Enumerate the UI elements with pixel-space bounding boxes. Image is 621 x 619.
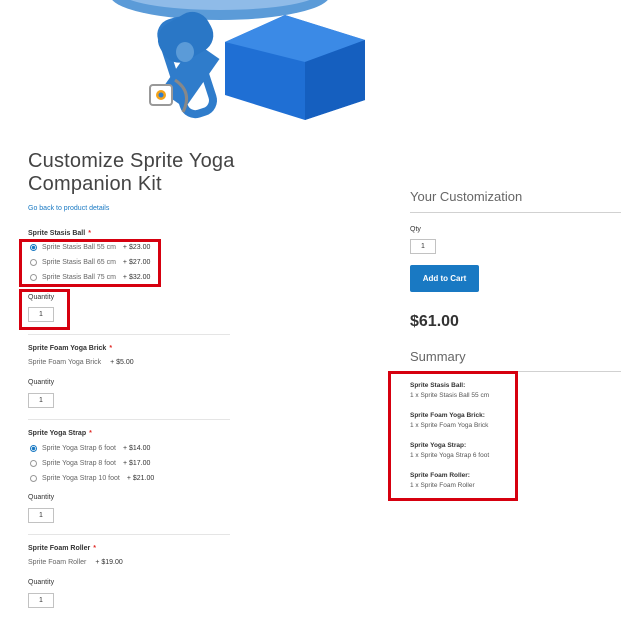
- radio-unselected-icon[interactable]: [30, 460, 37, 467]
- total-price: $61.00: [410, 313, 459, 330]
- choice-label: Sprite Yoga Strap 6 foot: [42, 445, 116, 452]
- choice-label: Sprite Yoga Strap 8 foot: [42, 460, 116, 467]
- choice-price: + $23.00: [122, 244, 151, 251]
- item-label: Sprite Foam Yoga Brick: [28, 359, 102, 366]
- required-asterisk: *: [89, 430, 92, 437]
- radio-stasis-ball-55[interactable]: Sprite Stasis Ball 55 cm + $23.00: [30, 244, 150, 251]
- summary-item-title: Sprite Yoga Strap:: [410, 442, 467, 449]
- add-to-cart-button[interactable]: Add to Cart: [410, 265, 479, 292]
- summary-item-value: 1 x Sprite Foam Roller: [410, 482, 475, 489]
- summary-item-value: 1 x Sprite Foam Yoga Brick: [410, 422, 489, 429]
- product-image: [75, 0, 375, 125]
- choice-label: Sprite Stasis Ball 75 cm: [42, 274, 116, 281]
- radio-selected-icon[interactable]: [30, 244, 37, 251]
- choice-label: Sprite Stasis Ball 65 cm: [42, 259, 116, 266]
- choice-price: + $17.00: [122, 460, 151, 467]
- quantity-label-foam-roller: Quantity: [28, 579, 55, 586]
- item-label: Sprite Foam Roller: [28, 559, 87, 566]
- option-label-foam-roller: Sprite Foam Roller *: [28, 545, 96, 552]
- choice-label: Sprite Stasis Ball 55 cm: [42, 244, 116, 251]
- summary-item-value: 1 x Sprite Stasis Ball 55 cm: [410, 392, 490, 399]
- customization-qty-label: Qty: [410, 226, 421, 233]
- customization-qty-input[interactable]: [410, 239, 436, 254]
- quantity-label-stasis-ball: Quantity: [28, 294, 55, 301]
- choice-price: + $27.00: [122, 259, 151, 266]
- section-divider: [28, 419, 230, 420]
- radio-yoga-strap-8[interactable]: Sprite Yoga Strap 8 foot + $17.00: [30, 460, 150, 467]
- choice-price: + $14.00: [122, 445, 151, 452]
- customization-title: Your Customization: [410, 189, 523, 204]
- quantity-input-stasis-ball[interactable]: [28, 307, 54, 322]
- choice-price: + $21.00: [126, 475, 155, 482]
- back-to-product-link[interactable]: Go back to product details: [28, 205, 109, 212]
- quantity-input-foam-brick[interactable]: [28, 393, 54, 408]
- foam-brick-item: Sprite Foam Yoga Brick + $5.00: [28, 359, 134, 366]
- radio-yoga-strap-6[interactable]: Sprite Yoga Strap 6 foot + $14.00: [30, 445, 150, 452]
- option-label-text: Sprite Foam Yoga Brick: [28, 345, 107, 352]
- radio-unselected-icon[interactable]: [30, 259, 37, 266]
- item-price: + $19.00: [95, 559, 123, 566]
- summary-divider: [410, 371, 621, 372]
- required-asterisk: *: [93, 545, 96, 552]
- yoga-kit-image: [112, 0, 365, 120]
- summary-item-value: 1 x Sprite Yoga Strap 6 foot: [410, 452, 490, 459]
- item-price: + $5.00: [110, 359, 134, 366]
- summary-title: Summary: [410, 349, 466, 364]
- option-label-text: Sprite Yoga Strap: [28, 430, 87, 437]
- radio-unselected-icon[interactable]: [30, 274, 37, 281]
- option-label-foam-brick: Sprite Foam Yoga Brick *: [28, 345, 112, 352]
- option-label-text: Sprite Foam Roller: [28, 545, 91, 552]
- section-divider: [28, 334, 230, 335]
- page-title: Customize Sprite Yoga Companion Kit: [28, 150, 235, 195]
- radio-yoga-strap-10[interactable]: Sprite Yoga Strap 10 foot + $21.00: [30, 475, 154, 482]
- radio-stasis-ball-65[interactable]: Sprite Stasis Ball 65 cm + $27.00: [30, 259, 150, 266]
- required-asterisk: *: [88, 230, 91, 237]
- quantity-label-yoga-strap: Quantity: [28, 494, 55, 501]
- quantity-label-foam-brick: Quantity: [28, 379, 55, 386]
- quantity-input-yoga-strap[interactable]: [28, 508, 54, 523]
- option-label-text: Sprite Stasis Ball: [28, 230, 86, 237]
- customization-divider: [410, 212, 621, 213]
- summary-item-title: Sprite Foam Roller:: [410, 472, 470, 479]
- summary-item-title: Sprite Stasis Ball:: [410, 382, 466, 389]
- option-label-stasis-ball: Sprite Stasis Ball *: [28, 230, 91, 237]
- radio-selected-icon[interactable]: [30, 445, 37, 452]
- option-label-yoga-strap: Sprite Yoga Strap *: [28, 430, 92, 437]
- section-divider: [28, 534, 230, 535]
- foam-roller-item: Sprite Foam Roller + $19.00: [28, 559, 123, 566]
- radio-stasis-ball-75[interactable]: Sprite Stasis Ball 75 cm + $32.00: [30, 274, 150, 281]
- choice-price: + $32.00: [122, 274, 151, 281]
- radio-unselected-icon[interactable]: [30, 475, 37, 482]
- required-asterisk: *: [109, 345, 113, 352]
- choice-label: Sprite Yoga Strap 10 foot: [42, 475, 120, 482]
- summary-item-title: Sprite Foam Yoga Brick:: [410, 412, 485, 419]
- quantity-input-foam-roller[interactable]: [28, 593, 54, 608]
